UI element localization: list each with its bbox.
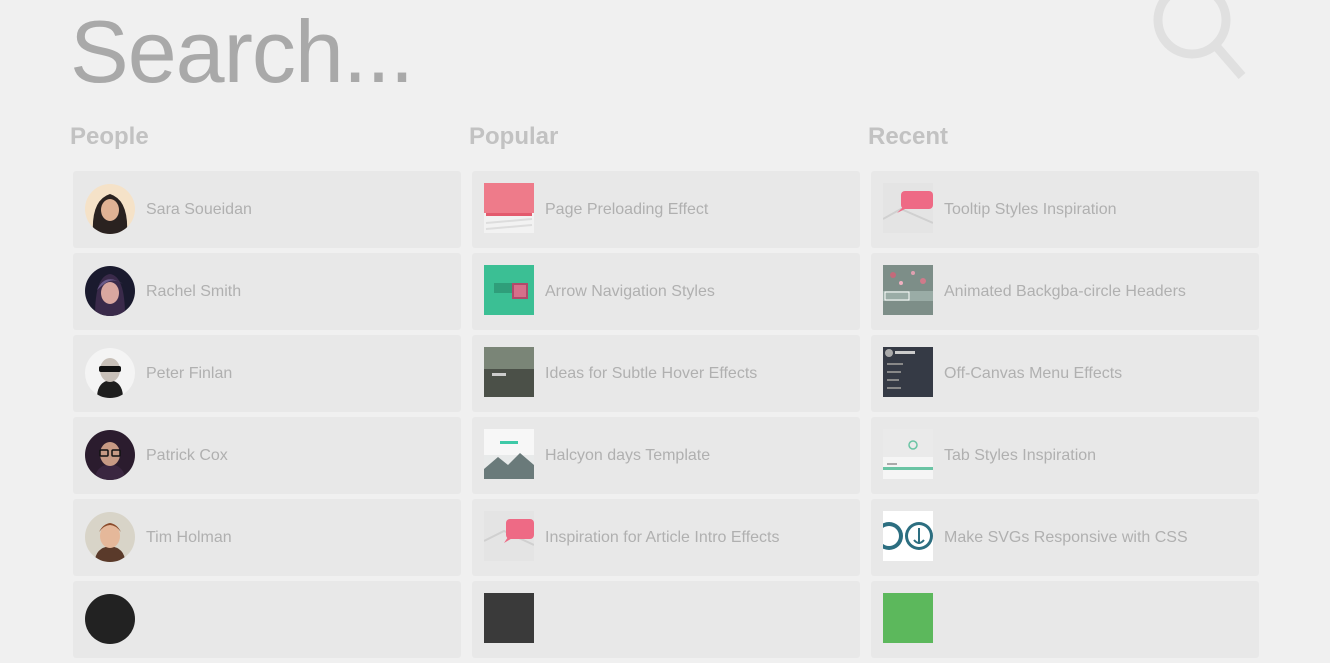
list-item[interactable]: Ideas for Subtle Hover Effects [472,335,860,412]
article-title: Halcyon days Template [545,447,711,464]
list-item[interactable]: Arrow Navigation Styles [472,253,860,330]
person-name: Sara Soueidan [146,201,252,218]
recent-heading: Recent [868,123,949,150]
list-item[interactable]: Patrick Cox [73,417,461,494]
list-item[interactable]: Tab Styles Inspiration [871,417,1259,494]
thumbnail [883,593,933,643]
thumbnail [484,183,534,233]
search-bar [0,0,1330,110]
list-item[interactable]: Rachel Smith [73,253,461,330]
article-title: Tab Styles Inspiration [944,447,1097,464]
thumbnail [484,347,534,397]
people-heading: People [70,123,149,150]
search-input[interactable] [70,2,1130,102]
list-item[interactable]: Tooltip Styles Inspiration [871,171,1259,248]
thumbnail [484,265,534,315]
thumbnail [883,429,933,479]
person-name: Peter Finlan [146,365,233,382]
thumbnail [883,347,933,397]
recent-list: Tooltip Styles Inspiration Animated Back… [871,171,1259,663]
popular-list: Page Preloading Effect Arrow Navigation … [472,171,860,663]
avatar [85,594,135,644]
popular-heading: Popular [469,123,559,150]
avatar [85,266,135,316]
article-title: Page Preloading Effect [545,201,709,218]
article-title: Animated Backgba-circle Headers [944,283,1186,300]
list-item[interactable]: Halcyon days Template [472,417,860,494]
person-name: Tim Holman [146,529,232,546]
thumbnail [883,511,933,561]
list-item[interactable]: Off-Canvas Menu Effects [871,335,1259,412]
popular-column: Popular Page Preloading Effect Arrow Nav… [469,118,860,658]
avatar [85,184,135,234]
list-item[interactable]: Sara Soueidan [73,171,461,248]
people-column: People Sara Soueidan Rachel Smith Peter … [70,118,461,658]
list-item[interactable]: Peter Finlan [73,335,461,412]
people-list: Sara Soueidan Rachel Smith Peter Finlan … [73,171,461,663]
article-title: Ideas for Subtle Hover Effects [545,365,758,382]
avatar [85,348,135,398]
list-item[interactable]: Page Preloading Effect [472,171,860,248]
list-item[interactable]: Make SVGs Responsive with CSS [871,499,1259,576]
list-item[interactable]: Inspiration for Article Intro Effects [472,499,860,576]
thumbnail [883,265,933,315]
list-item[interactable]: Animated Backgba-circle Headers [871,253,1259,330]
article-title: Inspiration for Article Intro Effects [545,529,780,546]
thumbnail [484,511,534,561]
article-title: Make SVGs Responsive with CSS [944,529,1188,546]
recent-column: Recent Tooltip Styles Inspiration Animat… [868,118,1259,658]
thumbnail [883,183,933,233]
list-item[interactable]: Tim Holman [73,499,461,576]
search-icon[interactable] [1150,0,1250,90]
thumbnail [484,593,534,643]
article-title: Arrow Navigation Styles [545,283,715,300]
article-title: Off-Canvas Menu Effects [944,365,1123,382]
person-name: Rachel Smith [146,283,242,300]
avatar [85,512,135,562]
article-title: Tooltip Styles Inspiration [944,201,1117,218]
thumbnail [484,429,534,479]
person-name: Patrick Cox [146,447,228,464]
avatar [85,430,135,480]
